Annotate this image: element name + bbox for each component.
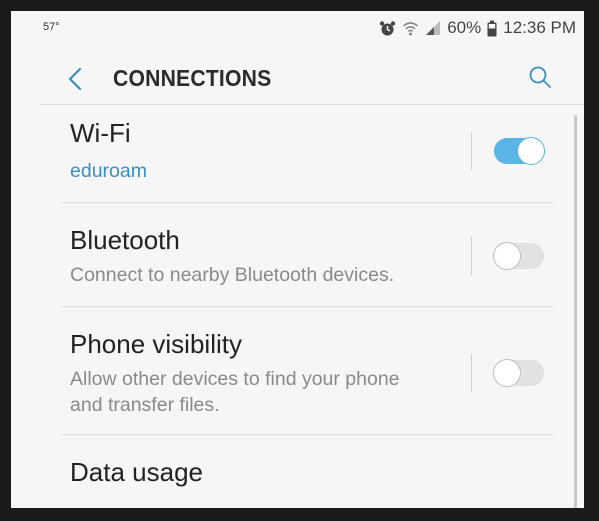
wifi-setting[interactable]: Wi-Fi eduroam [61, 106, 554, 203]
signal-icon [425, 20, 441, 36]
data-usage-title: Data usage [70, 457, 203, 487]
divider [471, 354, 472, 392]
back-button[interactable] [63, 65, 87, 93]
status-icons: 60% 12:36 PM [379, 18, 576, 38]
phone-visibility-description-line2: and transfer files. [70, 394, 220, 416]
page-title: CONNECTIONS [113, 65, 272, 91]
connections-list: Wi-Fi eduroam Bluetooth Connect to nearb… [61, 106, 554, 508]
divider [471, 132, 472, 170]
scrollbar[interactable] [574, 115, 577, 508]
phone-screen: 57° 60% 12:36 PM CONNECTIONS Wi-Fi eduro… [11, 11, 584, 508]
wifi-title: Wi-Fi [70, 118, 131, 148]
bluetooth-setting[interactable]: Bluetooth Connect to nearby Bluetooth de… [61, 203, 554, 307]
bluetooth-toggle[interactable] [493, 242, 544, 270]
phone-visibility-setting[interactable]: Phone visibility Allow other devices to … [61, 307, 554, 435]
wifi-toggle[interactable] [494, 137, 545, 165]
phone-visibility-title: Phone visibility [70, 329, 242, 359]
status-bar: 57° 60% 12:36 PM [11, 11, 584, 47]
battery-percent: 60% [447, 18, 482, 37]
alarm-icon [379, 20, 396, 37]
battery-icon [487, 20, 497, 37]
wifi-network-name: eduroam [70, 160, 147, 182]
status-time: 12:36 PM [503, 18, 576, 37]
toggle-knob [517, 137, 545, 165]
data-usage-setting[interactable]: Data usage [61, 435, 554, 508]
status-temperature: 57° [43, 21, 60, 33]
bluetooth-title: Bluetooth [70, 225, 180, 255]
search-button[interactable] [526, 63, 554, 91]
search-icon [529, 66, 551, 88]
bluetooth-description: Connect to nearby Bluetooth devices. [70, 264, 395, 286]
toggle-knob [493, 242, 521, 270]
toggle-knob [493, 359, 521, 387]
divider [471, 237, 472, 275]
chevron-left-icon [68, 67, 82, 91]
wifi-icon [402, 20, 419, 37]
app-bar: CONNECTIONS [39, 51, 584, 105]
phone-visibility-toggle[interactable] [493, 359, 544, 387]
phone-visibility-description-line1: Allow other devices to find your phone [70, 368, 400, 390]
